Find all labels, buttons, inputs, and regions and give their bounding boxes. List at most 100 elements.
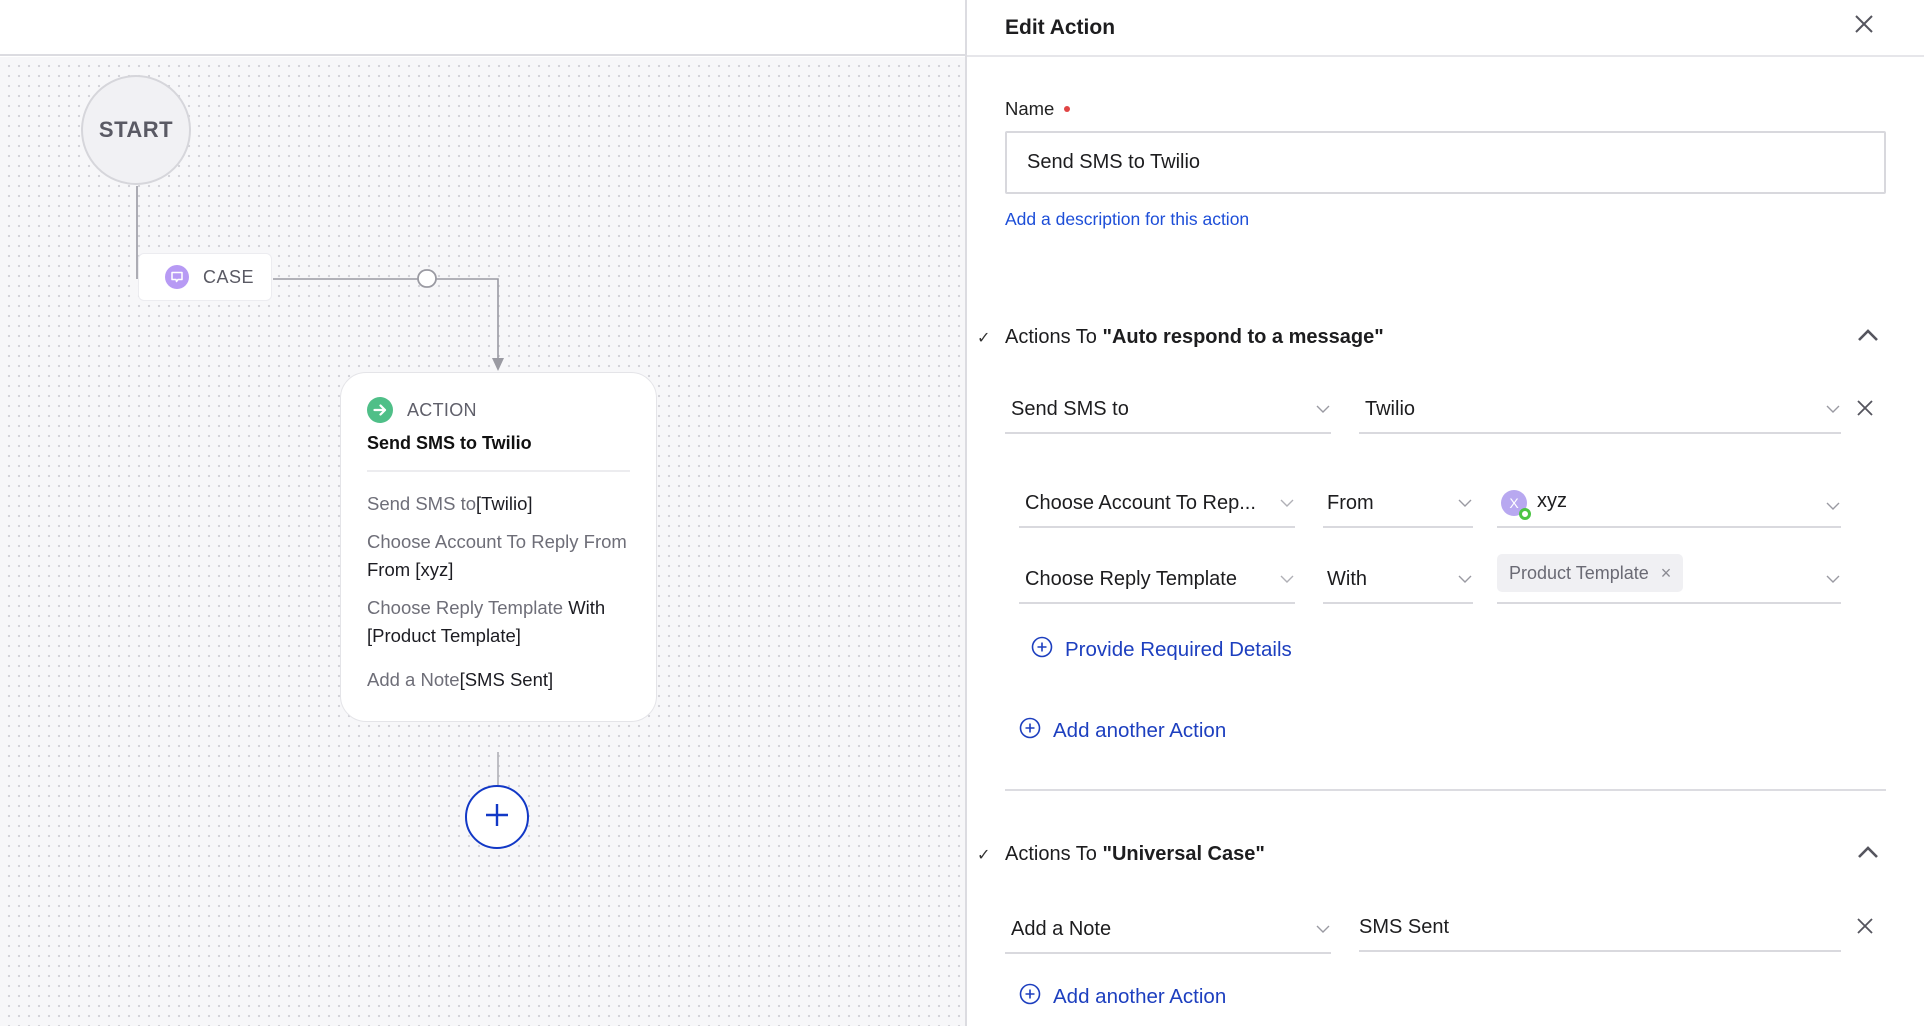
section-title-target: "Universal Case" bbox=[1102, 843, 1265, 865]
edit-action-panel: Edit Action Name Add a description for t… bbox=[965, 0, 1924, 1026]
section-header-universal-case[interactable]: ✓ Actions To "Universal Case" bbox=[977, 843, 1883, 866]
plus-icon bbox=[484, 802, 510, 833]
presence-indicator bbox=[1519, 508, 1531, 520]
template-chip-container: Product Template × bbox=[1497, 554, 1819, 593]
chevron-down-icon bbox=[1825, 500, 1841, 512]
remove-action-button[interactable] bbox=[1853, 398, 1877, 422]
action-node-header: ACTION bbox=[367, 397, 630, 423]
detail-label: Add a Note bbox=[367, 669, 460, 690]
plus-circle-icon bbox=[1031, 636, 1053, 663]
action-target-value: Twilio bbox=[1365, 397, 1416, 420]
template-field-value: Choose Reply Template bbox=[1025, 567, 1237, 590]
provide-required-details-button[interactable]: Provide Required Details bbox=[1031, 636, 1292, 663]
section-header-auto-respond[interactable]: ✓ Actions To "Auto respond to a message" bbox=[977, 326, 1883, 349]
template-operator-select[interactable]: With bbox=[1323, 556, 1473, 604]
chevron-down-icon bbox=[1315, 403, 1331, 415]
collapse-section-button[interactable] bbox=[1853, 322, 1883, 352]
template-field-select[interactable]: Choose Reply Template bbox=[1019, 556, 1295, 604]
name-input[interactable] bbox=[1005, 131, 1886, 194]
add-another-action-button[interactable]: Add another Action bbox=[1019, 983, 1226, 1010]
add-description-link[interactable]: Add a description for this action bbox=[1005, 209, 1249, 230]
detail-label: Choose Reply Template bbox=[367, 597, 564, 618]
case-node[interactable]: CASE bbox=[138, 253, 272, 301]
required-indicator bbox=[1064, 106, 1071, 112]
action-detail-line: Send SMS to[Twilio] bbox=[367, 490, 630, 518]
name-label-text: Name bbox=[1005, 98, 1055, 119]
plus-circle-icon bbox=[1019, 717, 1041, 744]
connector-junction-handle bbox=[417, 269, 437, 288]
close-panel-button[interactable] bbox=[1850, 12, 1878, 40]
chevron-down-icon bbox=[1457, 573, 1473, 585]
start-node[interactable]: START bbox=[81, 75, 191, 185]
action-type-value: Send SMS to bbox=[1011, 397, 1129, 420]
close-icon bbox=[1857, 399, 1873, 421]
close-icon bbox=[1854, 14, 1874, 39]
avatar-letter: X bbox=[1509, 495, 1519, 511]
panel-title: Edit Action bbox=[1005, 15, 1116, 39]
chevron-up-icon bbox=[1857, 845, 1879, 864]
section-title-prefix: Actions To bbox=[1005, 843, 1103, 865]
template-value-select[interactable]: Product Template × bbox=[1497, 554, 1841, 604]
chevron-up-icon bbox=[1857, 328, 1879, 347]
section-title: Actions To "Universal Case" bbox=[1005, 843, 1265, 866]
name-field-label: Name bbox=[1005, 98, 1071, 120]
note-text-value: SMS Sent bbox=[1359, 915, 1450, 938]
case-label: CASE bbox=[203, 266, 255, 287]
chevron-down-icon bbox=[1825, 573, 1841, 585]
chevron-down-icon bbox=[1279, 573, 1295, 585]
action-node-card[interactable]: ACTION Send SMS to Twilio Send SMS to[Tw… bbox=[340, 372, 657, 722]
account-value: xyz bbox=[1537, 490, 1567, 512]
action-target-select[interactable]: Twilio bbox=[1359, 386, 1841, 434]
section-title: Actions To "Auto respond to a message" bbox=[1005, 326, 1384, 349]
plus-circle-icon bbox=[1019, 983, 1041, 1010]
remove-action-button[interactable] bbox=[1853, 916, 1877, 940]
chevron-down-icon bbox=[1315, 923, 1331, 935]
check-icon: ✓ bbox=[977, 846, 991, 864]
action-node-title: Send SMS to Twilio bbox=[367, 433, 532, 453]
note-action-select[interactable]: Add a Note bbox=[1005, 906, 1331, 954]
provide-required-details-label: Provide Required Details bbox=[1065, 637, 1292, 661]
selected-template-chip: Product Template × bbox=[1497, 554, 1684, 593]
add-another-action-button[interactable]: Add another Action bbox=[1019, 717, 1226, 744]
section-title-target: "Auto respond to a message" bbox=[1102, 326, 1384, 348]
note-action-value: Add a Note bbox=[1011, 917, 1112, 940]
template-operator-value: With bbox=[1327, 567, 1367, 590]
chat-bubble-icon bbox=[165, 265, 189, 289]
account-operator-value: From bbox=[1327, 491, 1374, 514]
chevron-down-icon bbox=[1279, 497, 1295, 509]
detail-label: Send SMS to bbox=[367, 493, 477, 514]
account-field-select[interactable]: Choose Account To Rep... bbox=[1019, 480, 1295, 528]
section-title-prefix: Actions To bbox=[1005, 326, 1103, 348]
detail-value: From [xyz] bbox=[367, 559, 454, 580]
chip-label: Product Template bbox=[1509, 562, 1649, 583]
action-node-divider bbox=[367, 470, 630, 472]
connector-junction-to-action bbox=[436, 278, 499, 362]
account-avatar: X bbox=[1501, 490, 1531, 520]
close-icon bbox=[1857, 917, 1873, 939]
arrow-right-circle-icon bbox=[367, 397, 393, 423]
note-text-input[interactable]: SMS Sent bbox=[1359, 904, 1841, 952]
action-detail-line: Add a Note[SMS Sent] bbox=[367, 666, 630, 694]
action-detail-line: Choose Account To Reply From From [xyz] bbox=[367, 528, 630, 584]
action-detail-line: Choose Reply Template With [Product Temp… bbox=[367, 594, 630, 650]
account-value-select[interactable]: X xyz bbox=[1497, 480, 1841, 528]
add-another-action-label: Add another Action bbox=[1053, 718, 1227, 742]
detail-value: [SMS Sent] bbox=[459, 669, 554, 690]
add-node-button[interactable] bbox=[465, 785, 529, 849]
panel-header: Edit Action bbox=[967, 0, 1924, 57]
collapse-section-button[interactable] bbox=[1853, 839, 1883, 869]
account-field-value: Choose Account To Rep... bbox=[1025, 491, 1256, 514]
detail-label: Choose Account To Reply From bbox=[367, 531, 627, 552]
detail-value: [Twilio] bbox=[476, 493, 533, 514]
action-type-select[interactable]: Send SMS to bbox=[1005, 386, 1331, 434]
start-label: START bbox=[98, 117, 174, 142]
connector-arrowhead bbox=[492, 358, 504, 371]
chevron-down-icon bbox=[1457, 497, 1473, 509]
action-node-type: ACTION bbox=[407, 399, 477, 420]
section-divider bbox=[1005, 789, 1886, 791]
account-operator-select[interactable]: From bbox=[1323, 480, 1473, 528]
add-another-action-label: Add another Action bbox=[1053, 984, 1227, 1008]
check-icon: ✓ bbox=[977, 329, 991, 347]
remove-chip-icon[interactable]: × bbox=[1661, 563, 1672, 584]
chevron-down-icon bbox=[1825, 403, 1841, 415]
